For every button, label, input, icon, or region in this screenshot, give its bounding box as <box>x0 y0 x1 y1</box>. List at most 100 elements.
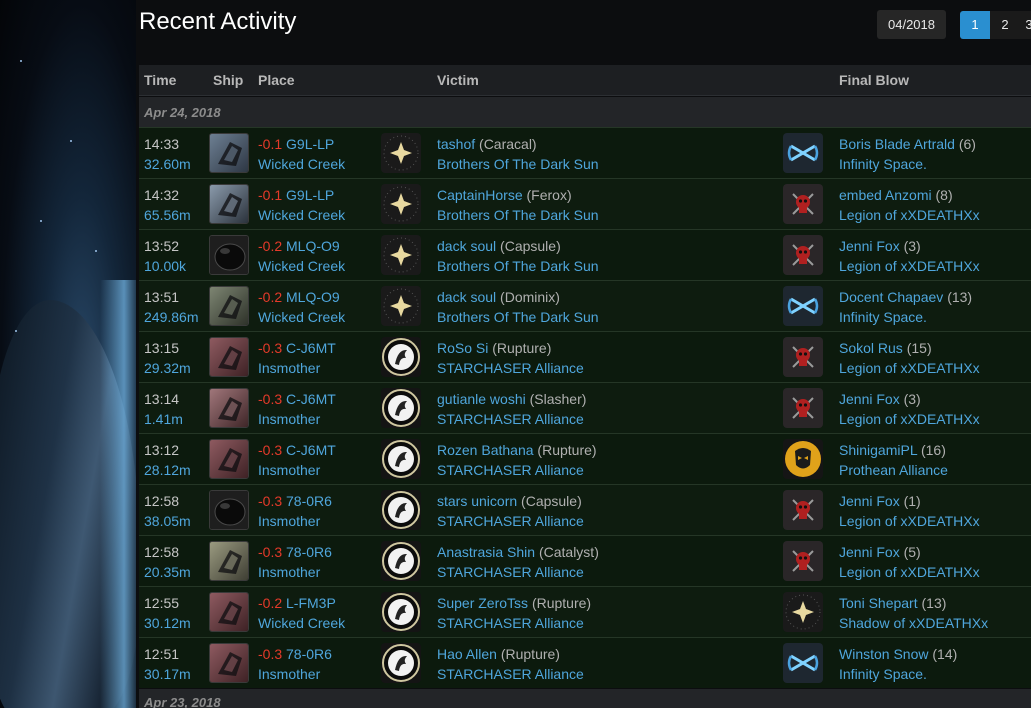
table-row[interactable]: 14:32 65.56m -0.1 G9L-LP Wicked Creek Ca… <box>139 178 1031 229</box>
table-row[interactable]: 14:33 32.60m -0.1 G9L-LP Wicked Creek ta… <box>139 127 1031 178</box>
final-blow-corp-link[interactable]: Legion of xXDEATHXx <box>839 562 980 582</box>
system-link[interactable]: 78-0R6 <box>286 544 332 560</box>
star-corp-icon[interactable] <box>783 592 823 632</box>
system-link[interactable]: C-J6MT <box>286 391 336 407</box>
victim-corp-link[interactable]: STARCHASER Alliance <box>437 409 586 429</box>
final-blow-corp-link[interactable]: Legion of xXDEATHXx <box>839 256 980 276</box>
table-row[interactable]: 12:58 38.05m -0.3 78-0R6 Insmother stars… <box>139 484 1031 535</box>
table-row[interactable]: 13:51 249.86m -0.2 MLQ-O9 Wicked Creek d… <box>139 280 1031 331</box>
kill-value[interactable]: 30.12m <box>144 613 191 633</box>
rupture-icon[interactable] <box>209 643 249 683</box>
month-select-button[interactable]: 04/2018 <box>877 10 946 39</box>
region-link[interactable]: Insmother <box>258 511 332 531</box>
victim-corp-link[interactable]: STARCHASER Alliance <box>437 613 591 633</box>
region-link[interactable]: Wicked Creek <box>258 256 345 276</box>
region-link[interactable]: Insmother <box>258 358 336 378</box>
caracal-icon[interactable] <box>209 133 249 173</box>
region-link[interactable]: Wicked Creek <box>258 613 345 633</box>
victim-name-link[interactable]: dack soul <box>437 289 496 305</box>
starchaser-icon[interactable] <box>381 592 421 632</box>
star-corp-icon[interactable] <box>381 235 421 275</box>
victim-name-link[interactable]: Hao Allen <box>437 646 497 662</box>
death-skull-icon[interactable] <box>783 541 823 581</box>
final-blow-name-link[interactable]: Winston Snow <box>839 646 928 662</box>
final-blow-name-link[interactable]: Sokol Rus <box>839 340 903 356</box>
dominix-icon[interactable] <box>209 286 249 326</box>
table-row[interactable]: 13:52 10.00k -0.2 MLQ-O9 Wicked Creek da… <box>139 229 1031 280</box>
final-blow-corp-link[interactable]: Legion of xXDEATHXx <box>839 205 980 225</box>
star-corp-icon[interactable] <box>381 286 421 326</box>
final-blow-corp-link[interactable]: Legion of xXDEATHXx <box>839 511 980 531</box>
kill-value[interactable]: 30.17m <box>144 664 191 684</box>
starchaser-icon[interactable] <box>381 337 421 377</box>
final-blow-name-link[interactable]: Boris Blade Artrald <box>839 136 955 152</box>
victim-name-link[interactable]: Super ZeroTss <box>437 595 528 611</box>
final-blow-name-link[interactable]: Toni Shepart <box>839 595 918 611</box>
page-3-button[interactable]: 3 <box>1020 11 1031 39</box>
kill-value[interactable]: 65.56m <box>144 205 191 225</box>
star-corp-icon[interactable] <box>381 133 421 173</box>
victim-corp-link[interactable]: STARCHASER Alliance <box>437 358 584 378</box>
kill-value[interactable]: 249.86m <box>144 307 198 327</box>
star-corp-icon[interactable] <box>381 184 421 224</box>
rupture-icon[interactable] <box>209 439 249 479</box>
death-skull-icon[interactable] <box>783 184 823 224</box>
infinity-icon[interactable] <box>783 643 823 683</box>
page-1-button[interactable]: 1 <box>960 11 990 39</box>
death-skull-icon[interactable] <box>783 235 823 275</box>
final-blow-name-link[interactable]: Jenni Fox <box>839 544 900 560</box>
region-link[interactable]: Insmother <box>258 664 332 684</box>
final-blow-name-link[interactable]: Jenni Fox <box>839 493 900 509</box>
table-row[interactable]: 12:51 30.17m -0.3 78-0R6 Insmother Hao A… <box>139 637 1031 688</box>
final-blow-corp-link[interactable]: Infinity Space. <box>839 664 957 684</box>
catalyst-icon[interactable] <box>209 541 249 581</box>
ferox-icon[interactable] <box>209 184 249 224</box>
victim-name-link[interactable]: CaptainHorse <box>437 187 523 203</box>
table-row[interactable]: 13:15 29.32m -0.3 C-J6MT Insmother RoSo … <box>139 331 1031 382</box>
system-link[interactable]: 78-0R6 <box>286 646 332 662</box>
victim-name-link[interactable]: stars unicorn <box>437 493 517 509</box>
table-row[interactable]: 12:58 20.35m -0.3 78-0R6 Insmother Anast… <box>139 535 1031 586</box>
final-blow-name-link[interactable]: Jenni Fox <box>839 391 900 407</box>
victim-name-link[interactable]: tashof <box>437 136 475 152</box>
starchaser-icon[interactable] <box>381 388 421 428</box>
region-link[interactable]: Insmother <box>258 460 336 480</box>
victim-corp-link[interactable]: Brothers Of The Dark Sun <box>437 307 599 327</box>
kill-value[interactable]: 10.00k <box>144 256 186 276</box>
final-blow-corp-link[interactable]: Legion of xXDEATHXx <box>839 358 980 378</box>
death-skull-icon[interactable] <box>783 388 823 428</box>
table-row[interactable]: 13:14 1.41m -0.3 C-J6MT Insmother gutian… <box>139 382 1031 433</box>
capsule-icon[interactable] <box>209 490 249 530</box>
final-blow-name-link[interactable]: Docent Chapaev <box>839 289 943 305</box>
final-blow-corp-link[interactable]: Prothean Alliance <box>839 460 948 480</box>
victim-corp-link[interactable]: STARCHASER Alliance <box>437 460 597 480</box>
region-link[interactable]: Insmother <box>258 409 336 429</box>
victim-corp-link[interactable]: Brothers Of The Dark Sun <box>437 154 599 174</box>
victim-name-link[interactable]: RoSo Si <box>437 340 488 356</box>
kill-value[interactable]: 29.32m <box>144 358 191 378</box>
final-blow-corp-link[interactable]: Infinity Space. <box>839 154 976 174</box>
victim-corp-link[interactable]: Brothers Of The Dark Sun <box>437 256 599 276</box>
system-link[interactable]: G9L-LP <box>286 187 334 203</box>
system-link[interactable]: C-J6MT <box>286 340 336 356</box>
infinity-icon[interactable] <box>783 133 823 173</box>
slasher-icon[interactable] <box>209 388 249 428</box>
system-link[interactable]: G9L-LP <box>286 136 334 152</box>
kill-value[interactable]: 1.41m <box>144 409 183 429</box>
victim-name-link[interactable]: gutianle woshi <box>437 391 526 407</box>
death-skull-icon[interactable] <box>783 490 823 530</box>
victim-corp-link[interactable]: STARCHASER Alliance <box>437 562 599 582</box>
rupture-icon[interactable] <box>209 337 249 377</box>
page-2-button[interactable]: 2 <box>990 11 1020 39</box>
victim-corp-link[interactable]: STARCHASER Alliance <box>437 511 584 531</box>
victim-corp-link[interactable]: STARCHASER Alliance <box>437 664 584 684</box>
region-link[interactable]: Wicked Creek <box>258 154 345 174</box>
region-link[interactable]: Wicked Creek <box>258 205 345 225</box>
region-link[interactable]: Insmother <box>258 562 332 582</box>
table-row[interactable]: 12:55 30.12m -0.2 L-FM3P Wicked Creek Su… <box>139 586 1031 637</box>
starchaser-icon[interactable] <box>381 541 421 581</box>
region-link[interactable]: Wicked Creek <box>258 307 345 327</box>
final-blow-corp-link[interactable]: Infinity Space. <box>839 307 972 327</box>
starchaser-icon[interactable] <box>381 490 421 530</box>
system-link[interactable]: 78-0R6 <box>286 493 332 509</box>
